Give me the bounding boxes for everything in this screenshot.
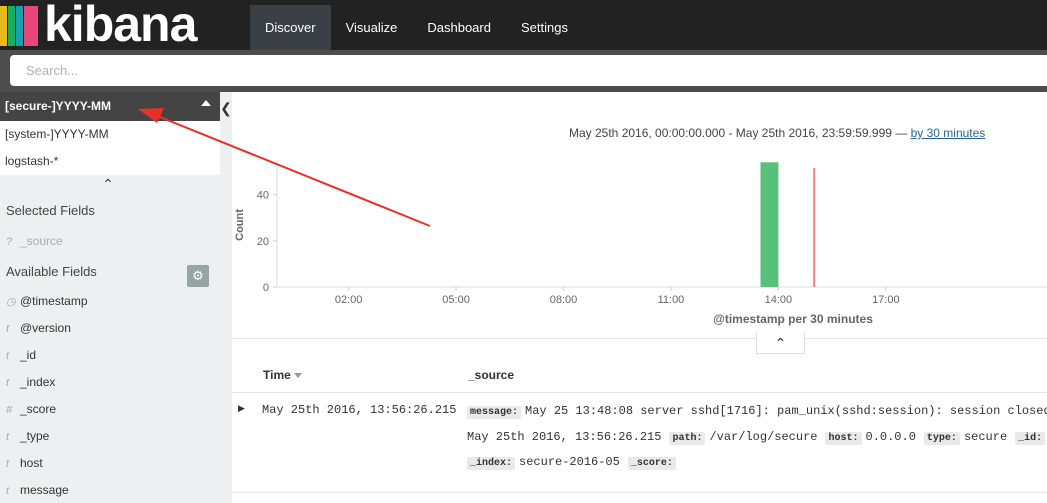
source-line: May 25th 2016, 13:56:26.215 path:/var/log… xyxy=(467,430,1047,445)
index-pattern-system[interactable]: [system-]YYYY-MM xyxy=(0,121,220,148)
collapse-chart-icon[interactable]: ⌃ xyxy=(756,332,805,354)
y-tick-label: 20 xyxy=(257,236,269,248)
field-name: _id xyxy=(20,348,37,362)
caret-up-icon[interactable] xyxy=(201,100,211,106)
field-message[interactable]: t message xyxy=(6,480,69,500)
string-type-icon: t xyxy=(6,350,10,362)
search-input[interactable] xyxy=(10,55,1047,86)
expand-row-icon[interactable]: ▶ xyxy=(238,403,245,414)
time-range-text: May 25th 2016, 00:00:00.000 - May 25th 2… xyxy=(569,126,908,140)
y-axis-label: Count xyxy=(234,209,246,241)
y-tick-label: 0 xyxy=(263,282,269,294)
index-pattern-logstash[interactable]: logstash-* xyxy=(0,148,220,175)
search-bar xyxy=(0,50,1047,92)
interval-link[interactable]: by 30 minutes xyxy=(911,126,986,140)
tab-visualize[interactable]: Visualize xyxy=(331,5,413,50)
tab-settings[interactable]: Settings xyxy=(506,5,583,50)
string-type-icon: t xyxy=(6,431,10,443)
field-id[interactable]: t _id xyxy=(6,345,36,365)
field-key: host: xyxy=(825,432,862,445)
sidebar: [secure-]YYYY-MM [system-]YYYY-MM logsta… xyxy=(0,92,232,503)
unknown-type-icon: ? xyxy=(6,236,13,248)
field-version[interactable]: t @version xyxy=(6,318,71,338)
available-fields-title: Available Fields xyxy=(6,264,97,279)
field-value: /var/log/secure xyxy=(709,430,818,444)
field-name: _type xyxy=(20,429,50,443)
x-tick-label: 05:00 xyxy=(442,294,470,306)
collapse-index-list-icon[interactable]: ⌃ xyxy=(98,176,118,192)
field-name: _index xyxy=(20,375,56,389)
field-timestamp[interactable]: ◷ @timestamp xyxy=(6,291,88,311)
clock-icon: ◷ xyxy=(6,296,16,308)
tab-dashboard[interactable]: Dashboard xyxy=(412,5,506,50)
field-value: May 25th 2016, 13:56:26.215 xyxy=(467,430,662,444)
index-pattern-secure[interactable]: [secure-]YYYY-MM xyxy=(0,92,220,121)
field-name: message xyxy=(20,483,69,497)
gear-icon[interactable]: ⚙ xyxy=(187,265,209,287)
field-index[interactable]: t _index xyxy=(6,372,55,392)
x-tick-label: 11:00 xyxy=(658,294,685,306)
chart-divider xyxy=(232,338,1047,339)
string-type-icon: t xyxy=(6,458,10,470)
time-range-label: May 25th 2016, 00:00:00.000 - May 25th 2… xyxy=(569,126,985,140)
x-axis-label: @timestamp per 30 minutes xyxy=(713,312,873,326)
collapse-sidebar-icon[interactable]: ❮ xyxy=(220,98,232,118)
nav-tabs: Discover Visualize Dashboard Settings xyxy=(250,5,583,50)
field-key: type: xyxy=(923,432,960,445)
source-line: _index: secure-2016-05 _score: xyxy=(467,455,680,470)
field-value: secure xyxy=(963,430,1008,444)
string-type-icon: t xyxy=(6,377,10,389)
field-source[interactable]: ? _source xyxy=(6,231,63,251)
field-name: _score xyxy=(20,402,57,416)
column-header-label: Time xyxy=(263,368,291,382)
y-tick-label: 40 xyxy=(257,190,269,202)
kibana-logo-bars xyxy=(0,6,40,46)
field-name: @version xyxy=(20,321,71,335)
field-key: _id: xyxy=(1015,432,1046,445)
index-pattern-list: [secure-]YYYY-MM [system-]YYYY-MM logsta… xyxy=(0,92,220,175)
row-divider xyxy=(232,492,1047,493)
field-host[interactable]: t host xyxy=(6,453,43,473)
number-type-icon: # xyxy=(6,404,13,416)
string-type-icon: t xyxy=(6,323,10,335)
field-name: @timestamp xyxy=(20,294,88,308)
histogram-bar[interactable] xyxy=(760,162,779,287)
x-tick-label: 08:00 xyxy=(550,294,578,306)
header-divider xyxy=(232,392,1047,393)
field-key: path: xyxy=(669,432,706,445)
row-time-cell: May 25th 2016, 13:56:26.215 xyxy=(262,403,457,417)
field-key: _index: xyxy=(467,457,516,470)
selected-fields-title: Selected Fields xyxy=(6,203,95,218)
x-tick-label: 02:00 xyxy=(335,294,363,306)
x-tick-label: 14:00 xyxy=(765,294,793,306)
field-name: _source xyxy=(20,234,63,248)
x-tick-label: 17:00 xyxy=(872,294,900,306)
field-key: _score: xyxy=(627,457,676,470)
field-value: secure-2016-05 xyxy=(519,455,620,469)
field-value: May 25 13:48:08 server sshd[1716]: pam_u… xyxy=(525,404,1047,418)
field-score[interactable]: # _score xyxy=(6,399,56,419)
source-line: message: May 25 13:48:08 server sshd[1716… xyxy=(467,404,1047,419)
field-type[interactable]: t _type xyxy=(6,426,49,446)
kibana-logo[interactable]: kibana xyxy=(44,0,197,52)
string-type-icon: t xyxy=(6,485,10,497)
field-key: message: xyxy=(467,406,522,419)
histogram-chart: 0 20 40 Count 02:00 05:00 08:00 11:00 14:00 17:00… xyxy=(234,160,1047,326)
sort-caret-icon[interactable] xyxy=(293,373,302,379)
column-header-source[interactable]: _source xyxy=(468,368,514,382)
column-header-time[interactable]: Time xyxy=(263,368,302,382)
top-nav: kibana Discover Visualize Dashboard Sett… xyxy=(0,0,1047,52)
field-name: host xyxy=(20,456,43,470)
field-value: 0.0.0.0 xyxy=(865,430,916,444)
tab-discover[interactable]: Discover xyxy=(250,5,331,50)
